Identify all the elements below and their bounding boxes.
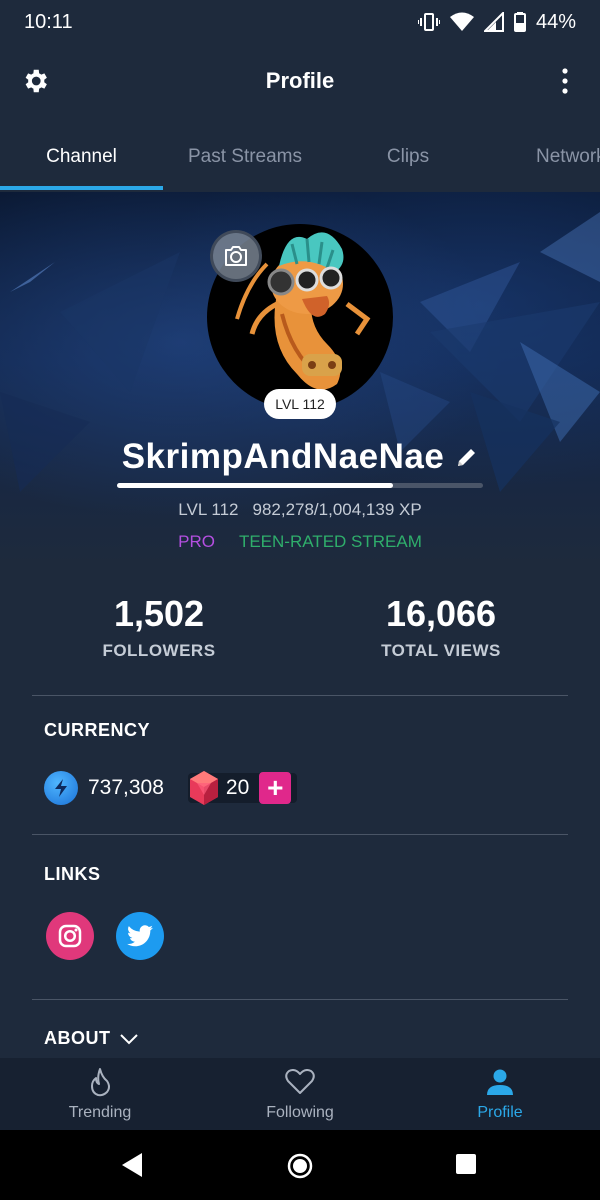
tab-indicator <box>0 186 163 190</box>
xp-text: 982,278/1,004,139 XP <box>252 500 422 519</box>
back-icon[interactable] <box>120 1152 144 1183</box>
username: SkrimpAndNaeNae <box>121 437 445 476</box>
tab-network[interactable]: Network <box>536 128 600 188</box>
level-badge: LVL 112 <box>264 389 336 419</box>
tab-past-streams[interactable]: Past Streams <box>170 128 320 188</box>
gem-icon <box>189 771 218 805</box>
gems-balance: 20 <box>225 776 250 799</box>
tab-clips[interactable]: Clips <box>348 128 468 188</box>
pro-badge: PRO <box>178 532 215 551</box>
level-text: LVL 112 <box>178 500 239 519</box>
channel-badges: PRO TEEN-RATED STREAM <box>0 532 600 552</box>
instagram-icon[interactable] <box>46 912 94 960</box>
gems-group: 20 + <box>187 771 298 805</box>
more-vertical-icon[interactable] <box>560 66 570 96</box>
home-icon[interactable] <box>286 1152 314 1185</box>
total-views-stat: 16,066 TOTAL VIEWS <box>321 593 561 661</box>
status-time: 10:11 <box>24 10 73 33</box>
teen-rated-badge: TEEN-RATED STREAM <box>238 532 422 551</box>
system-navigation-bar <box>0 1130 600 1200</box>
bottom-navigation: Trending Following Profile <box>0 1058 600 1130</box>
camera-icon <box>225 246 247 266</box>
nav-trending-label: Trending <box>68 1104 132 1121</box>
app-bar: Profile <box>0 44 600 118</box>
recents-icon[interactable] <box>454 1152 478 1181</box>
divider <box>32 695 568 696</box>
tab-channel[interactable]: Channel <box>0 128 163 188</box>
tab-bar: Channel Past Streams Clips Network <box>0 128 600 192</box>
nav-profile-label: Profile <box>477 1104 523 1121</box>
heart-icon <box>285 1069 315 1094</box>
battery-icon <box>513 12 526 32</box>
person-icon <box>487 1069 513 1095</box>
followers-label: FOLLOWERS <box>102 641 216 660</box>
divider <box>32 999 568 1000</box>
flame-icon <box>91 1068 110 1097</box>
status-icons: 44% <box>417 10 576 34</box>
pencil-icon[interactable] <box>456 446 478 468</box>
about-title: ABOUT <box>44 1028 111 1048</box>
twitter-icon[interactable] <box>116 912 164 960</box>
divider <box>32 834 568 835</box>
battery-percent: 44% <box>535 10 576 33</box>
followers-stat[interactable]: 1,502 FOLLOWERS <box>39 593 279 661</box>
currency-title: CURRENCY <box>44 720 151 740</box>
add-gems-button[interactable]: + <box>259 772 292 804</box>
about-toggle[interactable]: ABOUT <box>44 1028 139 1049</box>
nav-trending[interactable]: Trending <box>0 1066 200 1122</box>
username-row: SkrimpAndNaeNae <box>0 432 600 482</box>
followers-count: 1,502 <box>113 593 205 634</box>
total-views-label: TOTAL VIEWS <box>381 641 501 660</box>
currency-row: 737,308 20 + <box>44 770 298 806</box>
page-title: Profile <box>265 68 335 93</box>
links-title: LINKS <box>44 864 101 884</box>
status-bar: 10:11 44% <box>0 0 600 44</box>
wifi-icon <box>449 12 474 31</box>
lightning-coin-icon <box>44 771 78 805</box>
nav-following[interactable]: Following <box>200 1066 400 1122</box>
nav-profile[interactable]: Profile <box>400 1066 600 1122</box>
xp-progress-bar <box>117 483 483 488</box>
sparks-balance: 737,308 <box>88 776 164 799</box>
nav-following-label: Following <box>266 1104 334 1121</box>
xp-progress-fill <box>117 483 393 488</box>
change-avatar-button[interactable] <box>210 230 262 282</box>
level-xp-line: LVL 112 982,278/1,004,139 XP <box>0 500 600 520</box>
chevron-down-icon <box>119 1033 138 1044</box>
vibrate-icon <box>417 13 440 31</box>
total-views-count: 16,066 <box>385 593 497 634</box>
gear-icon[interactable] <box>20 66 50 96</box>
signal-icon <box>483 12 504 32</box>
